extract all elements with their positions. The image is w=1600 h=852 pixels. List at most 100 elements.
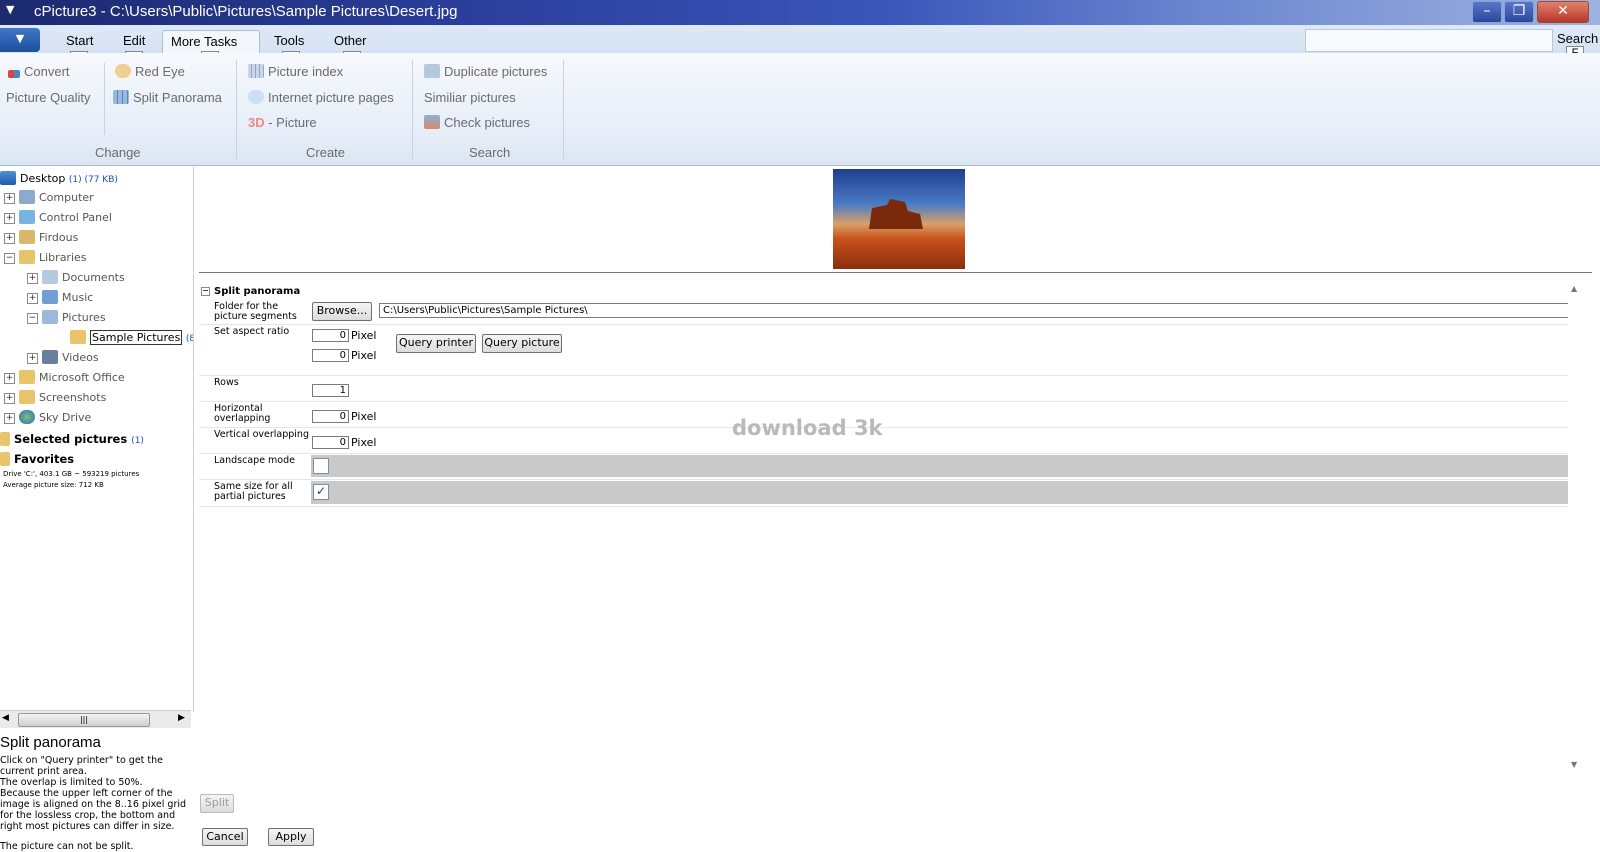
tab-other[interactable]: Other: [326, 30, 375, 53]
apply-button[interactable]: Apply: [268, 828, 314, 846]
cancel-button[interactable]: Cancel: [202, 828, 248, 846]
query-printer-button[interactable]: Query printer: [396, 334, 476, 353]
system-menu-icon[interactable]: ▼: [6, 3, 14, 16]
pixel-unit: Pixel: [351, 329, 377, 342]
picture-quality-button[interactable]: Picture Quality: [6, 90, 91, 105]
expand-icon[interactable]: +: [4, 373, 15, 384]
expand-icon[interactable]: +: [4, 233, 15, 244]
folder-tree[interactable]: Desktop (1) (77 KB) + Computer + Control P…: [0, 167, 194, 712]
tree-label: Computer: [39, 191, 94, 204]
picture-thumbnail[interactable]: [833, 169, 965, 269]
expand-icon[interactable]: +: [27, 293, 38, 304]
duplicate-label: Duplicate pictures: [444, 64, 548, 79]
tree-label: Sky Drive: [39, 411, 92, 424]
section-title: Split panorama: [214, 286, 301, 297]
collapse-icon[interactable]: −: [27, 313, 38, 324]
picture-index-icon: [248, 64, 264, 78]
search-label[interactable]: Search: [1557, 31, 1598, 46]
section-header[interactable]: − Split panorama: [201, 286, 300, 297]
scroll-down-icon[interactable]: ▼: [1571, 760, 1577, 769]
split-panorama-button[interactable]: Split Panorama: [113, 90, 222, 105]
app-menu-button[interactable]: ▼: [0, 28, 40, 52]
tree-item-libraries[interactable]: − Libraries: [4, 250, 87, 269]
tree-item-favorites[interactable]: Favorites: [0, 452, 74, 471]
collapse-icon[interactable]: −: [201, 287, 210, 296]
tree-item-screenshots[interactable]: + Screenshots: [4, 390, 106, 409]
scroll-up-icon[interactable]: ▲: [1571, 284, 1577, 293]
tab-tools[interactable]: Tools: [266, 30, 312, 53]
tree-item-sample-pictures[interactable]: Sample Pictures (8) (5: [70, 330, 193, 349]
rows-input[interactable]: 1: [312, 384, 349, 397]
desktop-icon: [0, 171, 16, 185]
red-eye-button[interactable]: Red Eye: [115, 64, 185, 79]
watermark: download 3k: [732, 416, 883, 440]
scroll-thumb[interactable]: |||: [18, 713, 150, 727]
tree-item-ms-office[interactable]: + Microsoft Office: [4, 370, 125, 389]
panorama-icon: [113, 90, 129, 104]
3d-picture-button[interactable]: 3D - Picture: [248, 115, 317, 130]
close-button[interactable]: ✕: [1537, 1, 1589, 23]
convert-button[interactable]: Convert: [8, 64, 70, 79]
tree-item-music[interactable]: + Music: [27, 290, 93, 309]
field-label: Same size for all partial pictures: [214, 481, 293, 502]
3d-icon: 3D: [248, 115, 265, 130]
tree-item-firdous[interactable]: + Firdous: [4, 230, 78, 249]
average-size: Average picture size: 712 KB: [3, 481, 104, 489]
expand-icon[interactable]: +: [4, 413, 15, 424]
duplicate-pictures-button[interactable]: Duplicate pictures: [424, 64, 547, 79]
collapse-icon[interactable]: −: [4, 253, 15, 264]
similar-pictures-button[interactable]: Similiar pictures: [424, 90, 516, 105]
query-picture-button[interactable]: Query picture: [482, 334, 562, 353]
libraries-icon: [19, 250, 35, 264]
picture-index-button[interactable]: Picture index: [248, 64, 343, 79]
3d-picture-label: - Picture: [264, 115, 317, 130]
pixel-unit: Pixel: [351, 349, 377, 362]
check-pictures-icon: [424, 115, 440, 129]
split-button[interactable]: Split: [200, 794, 234, 813]
expand-icon[interactable]: +: [4, 393, 15, 404]
internet-pages-button[interactable]: Internet picture pages: [248, 90, 394, 105]
folder-icon: [70, 330, 86, 344]
tree-item-documents[interactable]: + Documents: [27, 270, 125, 289]
maximize-button[interactable]: ❐: [1504, 1, 1534, 23]
tree-item-selected-pictures[interactable]: Selected pictures (1): [0, 432, 144, 451]
check-pictures-button[interactable]: Check pictures: [424, 115, 530, 130]
scroll-left-icon[interactable]: ◀: [2, 713, 9, 723]
tree-item-desktop[interactable]: Desktop (1) (77 KB): [0, 171, 118, 190]
landscape-checkbox[interactable]: [313, 458, 329, 474]
info-line: The picture can not be split.: [0, 841, 134, 852]
tree-horizontal-scrollbar[interactable]: ◀ ||| ▶: [0, 710, 191, 728]
properties-vertical-scrollbar[interactable]: ▲ ▼: [1568, 284, 1584, 774]
tree-item-computer[interactable]: + Computer: [4, 190, 94, 209]
tree-item-control-panel[interactable]: + Control Panel: [4, 210, 112, 229]
tree-item-videos[interactable]: + Videos: [27, 350, 99, 369]
thumbnail-divider: [199, 272, 1592, 273]
tab-start[interactable]: Start: [58, 30, 101, 53]
aspect-height-input[interactable]: 0: [312, 349, 349, 362]
folder-path-input[interactable]: C:\Users\Public\Pictures\Sample Pictures…: [379, 303, 1571, 318]
tree-item-sky-drive[interactable]: + Sky Drive: [4, 410, 91, 429]
tree-count: (1): [131, 436, 144, 446]
tree-label: Libraries: [39, 251, 87, 264]
expand-icon[interactable]: +: [27, 273, 38, 284]
aspect-width-input[interactable]: 0: [312, 329, 349, 342]
tab-edit[interactable]: Edit: [115, 30, 153, 53]
scroll-right-icon[interactable]: ▶: [178, 713, 185, 723]
expand-icon[interactable]: +: [4, 193, 15, 204]
horizontal-overlap-input[interactable]: 0: [312, 410, 349, 423]
search-input[interactable]: [1305, 29, 1553, 52]
ribbon-panel: [0, 53, 1600, 166]
expand-icon[interactable]: +: [4, 213, 15, 224]
group-label-create: Create: [306, 145, 346, 160]
minimize-button[interactable]: –: [1472, 1, 1502, 23]
tree-label: Selected pictures: [14, 432, 128, 446]
expand-icon[interactable]: +: [27, 353, 38, 364]
group-separator: [236, 60, 237, 160]
same-size-checkbox[interactable]: ✓: [313, 484, 329, 500]
tree-item-pictures[interactable]: − Pictures: [27, 310, 106, 329]
group-separator: [412, 60, 413, 160]
control-panel-icon: [19, 210, 35, 224]
vertical-overlap-input[interactable]: 0: [312, 436, 349, 449]
group-separator: [563, 60, 564, 160]
browse-button[interactable]: Browse...: [312, 302, 372, 321]
